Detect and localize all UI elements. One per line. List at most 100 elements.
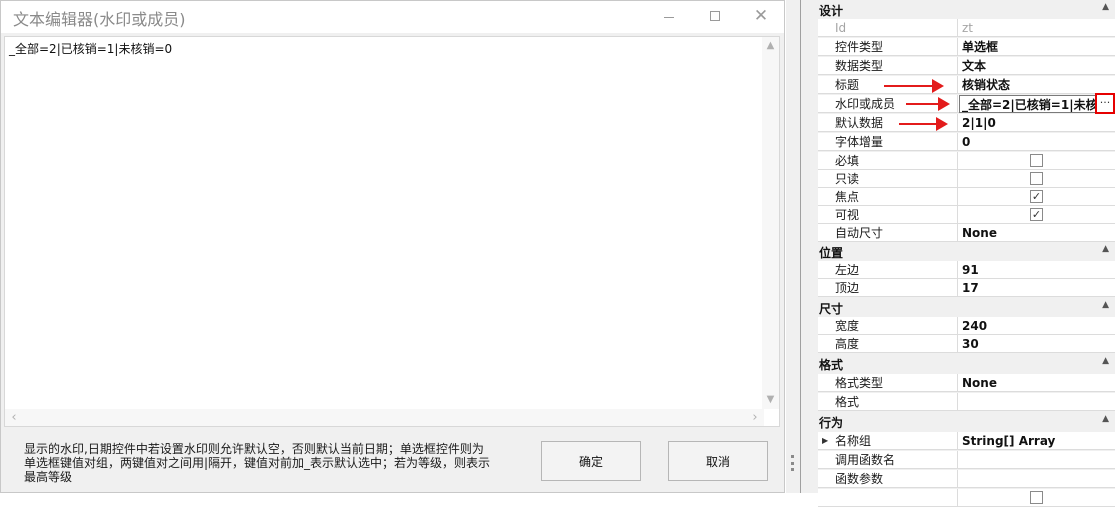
- property-row-format-type[interactable]: 格式类型 None: [818, 374, 1115, 392]
- property-value: [959, 489, 1115, 507]
- property-value[interactable]: None: [959, 374, 1115, 392]
- scroll-left-icon[interactable]: ‹: [7, 409, 21, 426]
- property-row-control-type[interactable]: 控件类型 单选框: [818, 38, 1115, 56]
- property-value[interactable]: [959, 451, 1115, 469]
- property-value[interactable]: [959, 470, 1115, 488]
- property-value[interactable]: String[] Array: [959, 432, 1115, 450]
- property-row-format[interactable]: 格式: [818, 393, 1115, 411]
- property-value-editor[interactable]: _全部=2|已核销=1|未核销=0: [959, 95, 1097, 113]
- visible-checkbox[interactable]: ✓: [1030, 208, 1043, 221]
- property-row-function-params[interactable]: 函数参数: [818, 470, 1115, 488]
- property-row-required[interactable]: 必填: [818, 152, 1115, 170]
- property-row-left[interactable]: 左边 91: [818, 261, 1115, 279]
- property-name: 可视: [818, 206, 958, 224]
- property-value[interactable]: 单选框: [959, 38, 1115, 56]
- property-name: 函数参数: [818, 470, 958, 488]
- property-value[interactable]: 2|1|0: [959, 114, 1115, 132]
- category-design[interactable]: 设计 ▲: [801, 1, 1115, 19]
- property-value[interactable]: [959, 393, 1115, 411]
- property-value: [959, 170, 1115, 188]
- minimize-button[interactable]: [646, 1, 692, 31]
- splitter-grip-icon[interactable]: [791, 455, 794, 471]
- property-value: [959, 152, 1115, 170]
- property-row-focus[interactable]: 焦点 ✓: [818, 188, 1115, 206]
- property-row-visible[interactable]: 可视 ✓: [818, 206, 1115, 224]
- annotation-arrow-watermark: [906, 97, 950, 111]
- help-text-line: 最高等级: [24, 470, 73, 484]
- text-editor-area[interactable]: _全部=2|已核销=1|未核销=0 ▲ ▼ ‹ ›: [4, 36, 780, 427]
- property-row-watermark[interactable]: 水印或成员 _全部=2|已核销=1|未核销=0: [818, 95, 1115, 113]
- property-name: Id: [818, 19, 958, 37]
- property-name: 格式类型: [818, 374, 958, 392]
- property-row-font-increment[interactable]: 字体增量 0: [818, 133, 1115, 151]
- panel-splitter[interactable]: [786, 0, 800, 493]
- property-value[interactable]: 17: [959, 279, 1115, 297]
- property-value[interactable]: 文本: [959, 57, 1115, 75]
- help-text-line: 单选框键值对组，两键值对之间用|隔开，键值对前加_表示默认选中；若为等级，则表示: [24, 456, 491, 470]
- scroll-down-icon[interactable]: ▼: [762, 393, 779, 407]
- maximize-icon: [710, 11, 720, 21]
- property-row-partial[interactable]: [818, 489, 1115, 507]
- minimize-icon: [664, 16, 674, 18]
- property-name: 顶边: [818, 279, 958, 297]
- vertical-scrollbar[interactable]: ▲ ▼: [762, 37, 779, 409]
- category-label: 位置: [819, 246, 844, 260]
- scroll-up-icon[interactable]: ▲: [762, 39, 779, 53]
- property-name: 只读: [818, 170, 958, 188]
- text-editor-dialog: 文本编辑器(水印或成员) ✕ _全部=2|已核销=1|未核销=0 ▲ ▼ ‹ ›…: [0, 0, 785, 493]
- focus-checkbox[interactable]: ✓: [1030, 190, 1043, 203]
- property-name: 宽度: [818, 317, 958, 335]
- dialog-titlebar: 文本编辑器(水印或成员) ✕: [1, 1, 784, 33]
- ok-button[interactable]: 确定: [541, 441, 641, 481]
- dialog-title: 文本编辑器(水印或成员): [13, 10, 186, 29]
- property-name: 字体增量: [818, 133, 958, 151]
- collapse-icon[interactable]: ▲: [1102, 414, 1109, 424]
- property-value[interactable]: 核销状态: [959, 76, 1115, 94]
- property-name: 调用函数名: [818, 451, 958, 469]
- category-position[interactable]: 位置 ▲: [801, 243, 1115, 261]
- property-row-autosize[interactable]: 自动尺寸 None: [818, 224, 1115, 242]
- property-name: 自动尺寸: [818, 224, 958, 242]
- property-row-top[interactable]: 顶边 17: [818, 279, 1115, 297]
- annotation-arrow-title: [884, 79, 944, 93]
- category-label: 行为: [819, 416, 844, 430]
- property-grid: 设计 ▲ Id zt 控件类型 单选框 数据类型 文本 标题 核销状态 水印或成…: [801, 0, 1115, 507]
- property-row-data-type[interactable]: 数据类型 文本: [818, 57, 1115, 75]
- cancel-button[interactable]: 取消: [668, 441, 768, 481]
- horizontal-scrollbar[interactable]: ‹ ›: [5, 409, 764, 426]
- category-label: 格式: [819, 358, 844, 372]
- property-row-default-data[interactable]: 默认数据 2|1|0: [818, 114, 1115, 132]
- scroll-right-icon[interactable]: ›: [748, 409, 762, 426]
- ellipsis-edit-button[interactable]: ···: [1095, 93, 1115, 114]
- collapse-icon[interactable]: ▲: [1102, 2, 1109, 12]
- property-name: 名称组: [818, 432, 958, 450]
- category-behavior[interactable]: 行为 ▲: [801, 413, 1115, 431]
- property-row-readonly[interactable]: 只读: [818, 170, 1115, 188]
- readonly-checkbox[interactable]: [1030, 172, 1043, 185]
- property-name: 焦点: [818, 188, 958, 206]
- property-row-id[interactable]: Id zt: [818, 19, 1115, 37]
- property-name: 数据类型: [818, 57, 958, 75]
- property-name: [818, 489, 958, 507]
- category-format[interactable]: 格式 ▲: [801, 355, 1115, 373]
- property-value[interactable]: 91: [959, 261, 1115, 279]
- category-size[interactable]: 尺寸 ▲: [801, 299, 1115, 317]
- property-value[interactable]: 0: [959, 133, 1115, 151]
- maximize-button[interactable]: [692, 1, 738, 31]
- property-value[interactable]: 30: [959, 335, 1115, 353]
- property-name: 格式: [818, 393, 958, 411]
- property-value[interactable]: 240: [959, 317, 1115, 335]
- property-name: 高度: [818, 335, 958, 353]
- property-row-name-group[interactable]: ▶ 名称组 String[] Array: [818, 432, 1115, 450]
- collapse-icon[interactable]: ▲: [1102, 300, 1109, 310]
- property-value[interactable]: None: [959, 224, 1115, 242]
- property-row-width[interactable]: 宽度 240: [818, 317, 1115, 335]
- property-row-height[interactable]: 高度 30: [818, 335, 1115, 353]
- close-button[interactable]: ✕: [738, 1, 784, 31]
- property-row-call-function[interactable]: 调用函数名: [818, 451, 1115, 469]
- editor-content[interactable]: _全部=2|已核销=1|未核销=0: [9, 40, 172, 57]
- required-checkbox[interactable]: [1030, 154, 1043, 167]
- collapse-icon[interactable]: ▲: [1102, 244, 1109, 254]
- property-row-title[interactable]: 标题 核销状态: [818, 76, 1115, 94]
- collapse-icon[interactable]: ▲: [1102, 356, 1109, 366]
